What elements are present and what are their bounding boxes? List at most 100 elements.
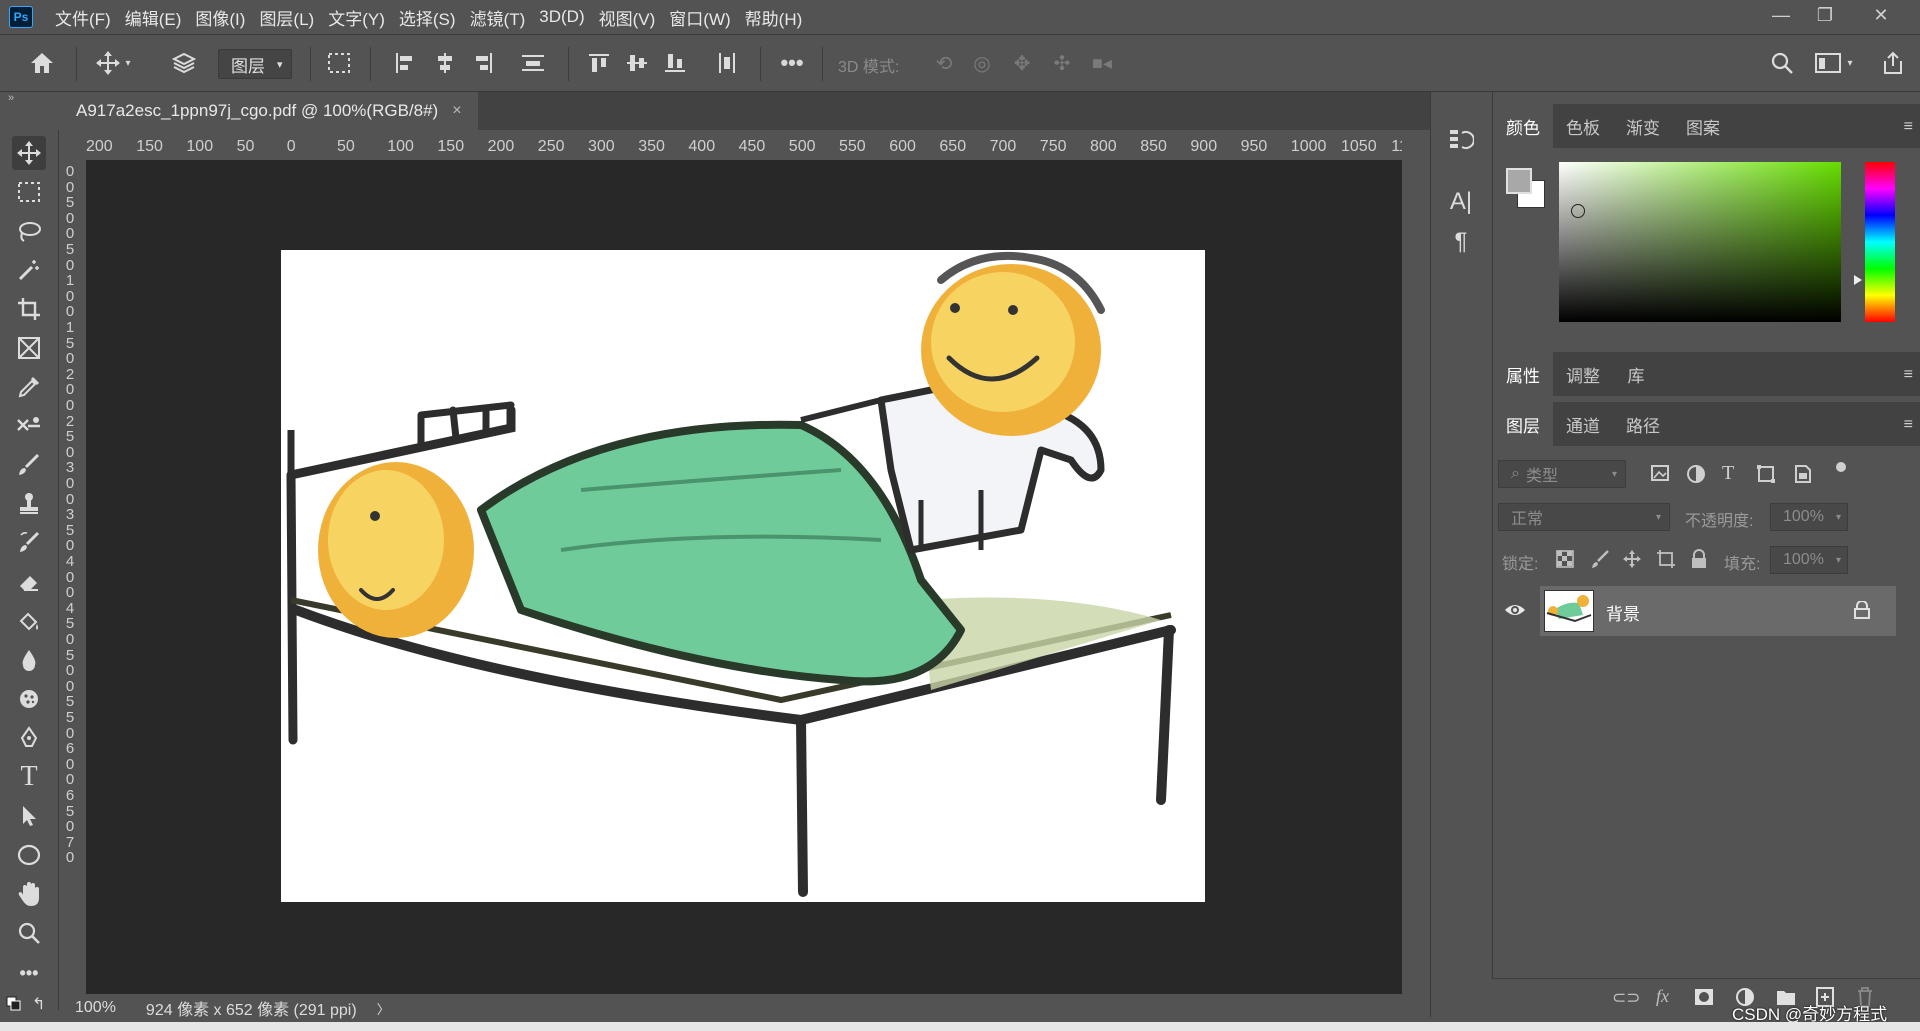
ellipse-tool-icon[interactable] (12, 838, 46, 872)
align-middle-v-icon[interactable] (622, 45, 652, 81)
menu-file[interactable]: 文件(F) (55, 5, 111, 30)
distribute-vertical-icon[interactable] (712, 45, 742, 81)
history-brush-tool-icon[interactable] (12, 526, 46, 560)
layers-panel-menu-icon[interactable]: ≡ (1904, 416, 1913, 434)
tab-gradients[interactable]: 渐变 (1613, 104, 1673, 148)
distribute-icon[interactable] (518, 45, 548, 81)
fill-input[interactable]: 100% ▾ (1770, 546, 1848, 574)
edit-toolbar-icon[interactable]: ••• (12, 956, 46, 990)
menu-view[interactable]: 视图(V) (599, 5, 656, 30)
filter-smart-object-icon[interactable] (1792, 464, 1814, 484)
zoom-level[interactable]: 100% (75, 999, 116, 1017)
lasso-tool-icon[interactable] (12, 214, 46, 248)
search-icon[interactable] (1766, 45, 1798, 81)
align-center-h-icon[interactable] (430, 45, 460, 81)
document-canvas[interactable] (281, 250, 1205, 902)
type-tool-icon[interactable]: T (12, 760, 46, 794)
paint-bucket-tool-icon[interactable] (12, 604, 46, 638)
foreground-color-swatch[interactable] (1506, 168, 1532, 194)
lock-position-icon[interactable] (1622, 549, 1642, 569)
hand-tool-icon[interactable] (12, 877, 46, 911)
minimize-button[interactable]: — (1756, 0, 1806, 30)
lock-all-icon[interactable] (1690, 549, 1708, 569)
share-icon[interactable] (1878, 45, 1908, 81)
character-panel-icon[interactable]: A| (1447, 188, 1475, 216)
properties-panel-menu-icon[interactable]: ≡ (1904, 366, 1913, 384)
color-panel-menu-icon[interactable]: ≡ (1904, 118, 1913, 136)
align-top-icon[interactable] (584, 45, 614, 81)
align-right-icon[interactable] (468, 45, 498, 81)
lock-pixels-icon[interactable] (1590, 549, 1610, 569)
move-tool-icon[interactable] (12, 136, 46, 170)
eyedropper-tool-icon[interactable] (12, 370, 46, 404)
align-left-icon[interactable] (390, 45, 420, 81)
tab-swatches[interactable]: 色板 (1553, 104, 1613, 148)
document-tab[interactable]: A917a2esc_1ppn97j_cgo.pdf @ 100%(RGB/8#)… (60, 92, 478, 130)
workspace-icon[interactable]: ▾ (1810, 45, 1858, 81)
layer-name[interactable]: 背景 (1606, 600, 1640, 625)
layers-stack-icon[interactable] (168, 45, 200, 81)
auto-select-dropdown[interactable]: 图层 ▾ (218, 49, 292, 79)
pen-tool-icon[interactable] (12, 721, 46, 755)
clone-stamp-tool-icon[interactable] (12, 487, 46, 521)
crop-tool-icon[interactable] (12, 292, 46, 326)
menu-help[interactable]: 帮助(H) (745, 5, 803, 30)
history-panel-icon[interactable] (1447, 126, 1475, 154)
lock-transparent-icon[interactable] (1556, 550, 1574, 568)
color-field[interactable] (1559, 162, 1841, 322)
hue-slider-handle[interactable] (1854, 275, 1862, 285)
layer-filter-kind[interactable]: ⌕ 类型 ▾ (1498, 460, 1626, 488)
menu-layer[interactable]: 图层(L) (259, 5, 314, 30)
menu-window[interactable]: 窗口(W) (669, 5, 730, 30)
transform-controls-icon[interactable] (322, 45, 356, 81)
marquee-tool-icon[interactable] (12, 175, 46, 209)
magic-wand-tool-icon[interactable] (12, 253, 46, 287)
move-tool-options-icon[interactable]: ▾ (88, 45, 138, 81)
link-layers-icon[interactable]: ⊂⊃ (1612, 988, 1641, 1008)
tab-layers[interactable]: 图层 (1493, 402, 1553, 446)
status-menu-arrow-icon[interactable]: 〉 (377, 999, 390, 1018)
tab-properties[interactable]: 属性 (1493, 352, 1553, 396)
filter-pixel-icon[interactable] (1650, 464, 1672, 484)
opacity-input[interactable]: 100% ▾ (1770, 503, 1848, 531)
close-window-button[interactable]: ✕ (1856, 0, 1906, 30)
filter-toggle-icon[interactable] (1836, 462, 1846, 472)
filter-shape-icon[interactable] (1756, 464, 1778, 484)
frame-tool-icon[interactable] (12, 331, 46, 365)
sponge-tool-icon[interactable] (12, 682, 46, 716)
brush-tool-icon[interactable] (12, 448, 46, 482)
home-icon[interactable] (24, 45, 60, 81)
zoom-tool-icon[interactable] (12, 916, 46, 950)
menu-3d[interactable]: 3D(D) (539, 7, 584, 27)
filter-adjustment-icon[interactable] (1686, 464, 1708, 484)
close-tab-icon[interactable]: × (452, 102, 461, 120)
default-colors-icon[interactable] (6, 996, 26, 1014)
align-bottom-icon[interactable] (660, 45, 690, 81)
color-picker-cursor[interactable] (1571, 204, 1585, 218)
blend-mode-select[interactable]: 正常 ▾ (1498, 503, 1670, 531)
layer-visibility-eye-icon[interactable] (1504, 601, 1526, 619)
tab-adjustments[interactable]: 调整 (1553, 352, 1613, 396)
blur-tool-icon[interactable] (12, 643, 46, 677)
menu-filter[interactable]: 滤镜(T) (470, 5, 526, 30)
path-selection-tool-icon[interactable] (12, 799, 46, 833)
layer-style-fx-icon[interactable]: fx (1656, 986, 1669, 1007)
lock-artboard-icon[interactable] (1656, 549, 1676, 569)
tab-patterns[interactable]: 图案 (1673, 104, 1733, 148)
tab-libraries[interactable]: 库 (1613, 352, 1659, 396)
swap-colors-icon[interactable]: ↰ (32, 994, 45, 1014)
filter-type-icon[interactable]: T (1722, 462, 1744, 484)
healing-brush-tool-icon[interactable] (12, 409, 46, 443)
expand-toolbar-icon[interactable]: » (8, 92, 14, 104)
menu-image[interactable]: 图像(I) (195, 5, 245, 30)
paragraph-panel-icon[interactable]: ¶ (1447, 228, 1475, 256)
tab-channels[interactable]: 通道 (1553, 402, 1613, 446)
menu-select[interactable]: 选择(S) (399, 5, 456, 30)
hue-slider[interactable] (1865, 162, 1895, 322)
more-options-icon[interactable]: ••• (776, 45, 808, 81)
tab-paths[interactable]: 路径 (1613, 402, 1673, 446)
tab-color[interactable]: 颜色 (1493, 104, 1553, 148)
restore-button[interactable]: ❐ (1800, 0, 1850, 30)
menu-type[interactable]: 文字(Y) (328, 5, 385, 30)
add-mask-icon[interactable] (1694, 988, 1714, 1006)
